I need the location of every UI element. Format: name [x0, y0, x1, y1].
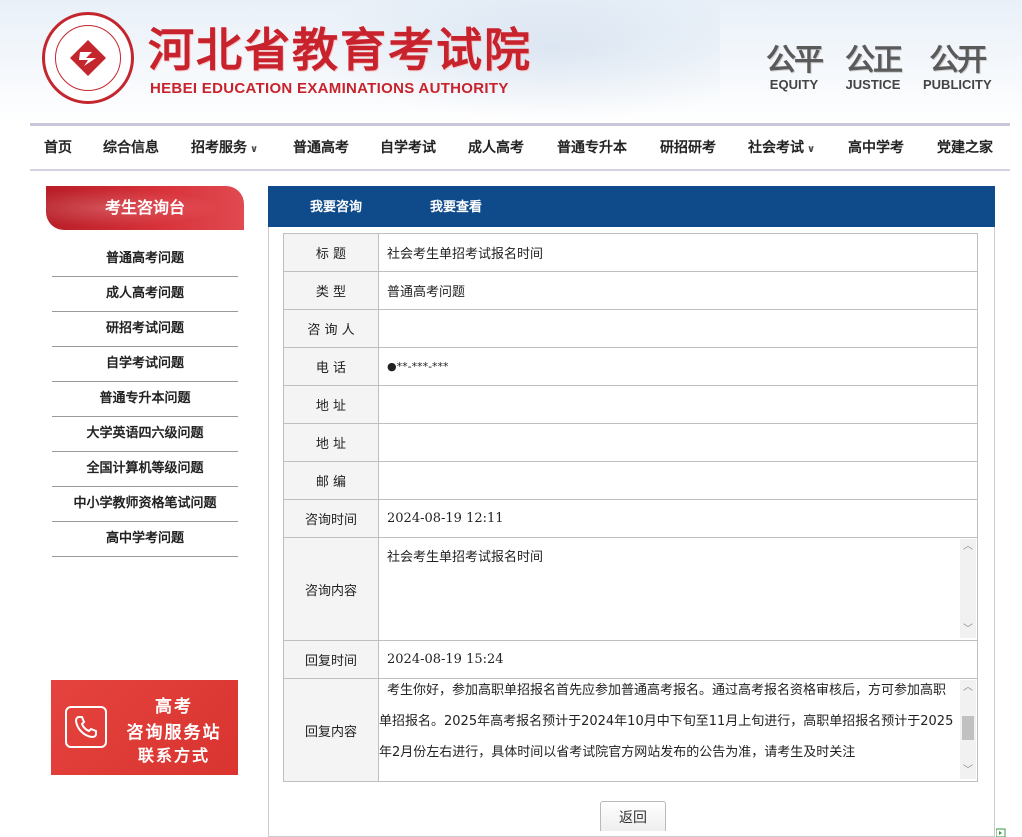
- sidebar-header: 考生咨询台: [46, 186, 244, 230]
- table-row: 咨询内容 社会考生单招考试报名时间 ︿ ﹀: [283, 537, 978, 641]
- table-row: 回复时间 2024-08-19 15:24: [283, 640, 978, 679]
- ask-time-value: 2024-08-19 12:11: [378, 499, 978, 538]
- scroll-up-icon[interactable]: ︿: [960, 539, 976, 555]
- table-row: 电 话 ●**-***-***: [283, 347, 978, 386]
- sidebar-item-upgrade[interactable]: 普通专升本问题: [52, 382, 238, 417]
- banner-line-3: 联系方式: [137, 746, 210, 765]
- sidebar-item-academic[interactable]: 高中学考问题: [52, 522, 238, 557]
- ask-time-label: 咨询时间: [283, 499, 379, 538]
- site-header: 河北省教育考试院 HEBEI EDUCATION EXAMINATIONS AU…: [0, 0, 1022, 125]
- phone-label: 电 话: [283, 347, 379, 386]
- reply-content-box[interactable]: 考生你好，参加高职单招报名首先应参加普通高考报名。通过高考报名资格审核后，方可参…: [378, 678, 978, 782]
- ask-content-text: 社会考生单招考试报名时间: [387, 550, 544, 565]
- site-logo[interactable]: [42, 12, 134, 104]
- nav-item-academic-test[interactable]: 高中学考: [848, 126, 904, 171]
- motto-publicity: 公开 PUBLICITY: [923, 43, 992, 92]
- nav-item-graduate[interactable]: 研招研考: [660, 126, 716, 171]
- nav-item-social-exam[interactable]: 社会考试 ∨: [748, 126, 815, 171]
- sidebar-item-teacher[interactable]: 中小学教师资格笔试问题: [52, 487, 238, 522]
- phone-icon: [65, 706, 107, 748]
- scroll-down-icon[interactable]: ﹀: [960, 763, 976, 779]
- postcode-value: [378, 461, 978, 500]
- table-row: 地 址: [283, 423, 978, 462]
- reply-time-value: 2024-08-19 15:24: [378, 640, 978, 679]
- reply-time-label: 回复时间: [283, 640, 379, 679]
- logo-emblem-icon: [70, 40, 106, 76]
- nav-item-adult-exam[interactable]: 成人高考: [468, 126, 524, 171]
- main-nav: 首页 综合信息 招考服务 ∨ 普通高考 自学考试 成人高考 普通专升本 研招研考 …: [30, 123, 1010, 171]
- hotline-banner[interactable]: 高考 咨询服务站 联系方式: [51, 680, 238, 775]
- nav-item-gaokao[interactable]: 普通高考: [293, 126, 349, 171]
- nav-item-home[interactable]: 首页: [44, 126, 72, 171]
- address-label: 地 址: [283, 423, 379, 462]
- scroll-down-icon[interactable]: ﹀: [960, 622, 976, 638]
- title-value: 社会考生单招考试报名时间: [378, 233, 978, 272]
- sidebar-item-ncre[interactable]: 全国计算机等级问题: [52, 452, 238, 487]
- postcode-label: 邮 编: [283, 461, 379, 500]
- sidebar-item-gaokao[interactable]: 普通高考问题: [52, 242, 238, 277]
- address-value: [378, 385, 978, 424]
- chevron-down-icon: ∨: [807, 144, 816, 155]
- type-value: 普通高考问题: [378, 271, 978, 310]
- reply-content-scrollbar[interactable]: ︿ ﹀: [960, 680, 976, 779]
- sidebar-item-adult[interactable]: 成人高考问题: [52, 277, 238, 312]
- back-button[interactable]: 返回: [600, 801, 666, 831]
- sidebar-item-self-study[interactable]: 自学考试问题: [52, 347, 238, 382]
- table-row: 地 址: [283, 385, 978, 424]
- phone-value: ●**-***-***: [378, 347, 978, 386]
- type-label: 类 型: [283, 271, 379, 310]
- sidebar-title: 考生咨询台: [104, 198, 185, 217]
- table-row: 邮 编: [283, 461, 978, 500]
- ask-content-box[interactable]: 社会考生单招考试报名时间 ︿ ﹀: [378, 537, 978, 641]
- status-corner-icon: [996, 828, 1006, 837]
- scrollbar-thumb[interactable]: [962, 716, 974, 740]
- nav-item-party[interactable]: 党建之家: [937, 126, 993, 171]
- sidebar-list: 普通高考问题 成人高考问题 研招考试问题 自学考试问题 普通专升本问题 大学英语…: [52, 242, 238, 557]
- motto-equity: 公平 EQUITY: [766, 43, 824, 92]
- banner-line-1: 高考: [155, 697, 193, 717]
- tab-view[interactable]: 我要查看: [430, 186, 482, 227]
- reply-content-text: 考生你好，参加高职单招报名首先应参加普通高考报名。通过高考报名资格审核后，方可参…: [379, 683, 954, 760]
- chevron-down-icon: ∨: [250, 144, 259, 155]
- sidebar-item-cet[interactable]: 大学英语四六级问题: [52, 417, 238, 452]
- consultation-detail-table: 标 题 社会考生单招考试报名时间 类 型 普通高考问题 咨 询 人 电 话 ●*…: [283, 233, 978, 782]
- nav-item-self-study[interactable]: 自学考试: [380, 126, 436, 171]
- scroll-up-icon[interactable]: ︿: [960, 680, 976, 696]
- nav-item-admission-services[interactable]: 招考服务 ∨: [191, 126, 258, 171]
- nav-item-upgrade[interactable]: 普通专升本: [557, 126, 627, 171]
- site-subtitle: HEBEI EDUCATION EXAMINATIONS AUTHORITY: [150, 80, 509, 97]
- banner-line-2: 咨询服务站: [126, 723, 222, 743]
- asker-value: [378, 309, 978, 348]
- tab-ask[interactable]: 我要咨询: [310, 186, 362, 227]
- ask-content-scrollbar[interactable]: ︿ ﹀: [960, 539, 976, 638]
- asker-label: 咨 询 人: [283, 309, 379, 348]
- table-row: 回复内容 考生你好，参加高职单招报名首先应参加普通高考报名。通过高考报名资格审核…: [283, 678, 978, 782]
- sidebar-item-graduate[interactable]: 研招考试问题: [52, 312, 238, 347]
- table-row: 咨 询 人: [283, 309, 978, 348]
- table-row: 类 型 普通高考问题: [283, 271, 978, 310]
- address-value: [378, 423, 978, 462]
- reply-content-label: 回复内容: [283, 678, 379, 782]
- nav-item-general-info[interactable]: 综合信息: [103, 126, 159, 171]
- motto-justice: 公正 JUSTICE: [845, 43, 903, 92]
- site-title: 河北省教育考试院: [148, 23, 532, 77]
- tab-bar: 我要咨询 我要查看: [268, 186, 995, 227]
- ask-content-label: 咨询内容: [283, 537, 379, 641]
- title-label: 标 题: [283, 233, 379, 272]
- table-row: 标 题 社会考生单招考试报名时间: [283, 233, 978, 272]
- table-row: 咨询时间 2024-08-19 12:11: [283, 499, 978, 538]
- address-label: 地 址: [283, 385, 379, 424]
